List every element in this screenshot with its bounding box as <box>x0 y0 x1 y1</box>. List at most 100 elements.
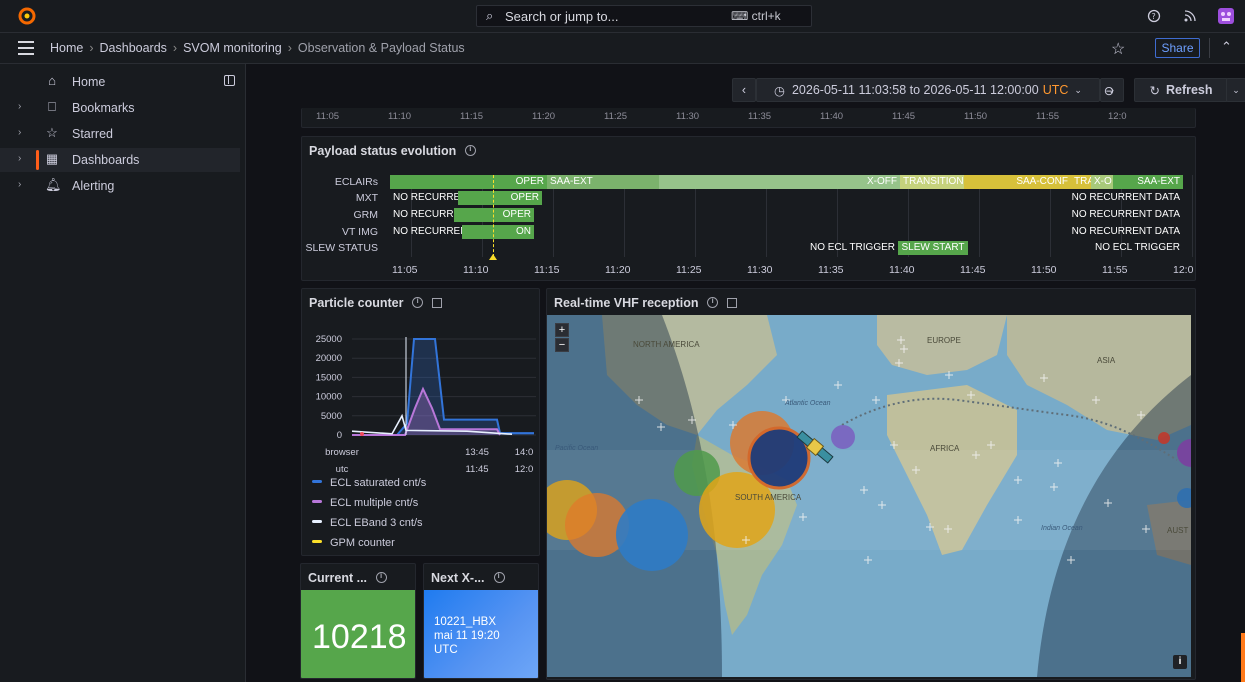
sidebar-item-alerting[interactable]: › 🔔︎ Alerting <box>0 174 240 198</box>
seg-vtimg[interactable]: NO RECURREN <box>390 225 462 239</box>
time-tick: 11:45 <box>892 111 916 122</box>
current-stat-panel: Current ... 10218 <box>300 563 416 679</box>
breadcrumb-dashboards[interactable]: Dashboards <box>100 41 167 55</box>
legend-item[interactable]: ECL multiple cnt/s <box>312 497 418 509</box>
seg-grm[interactable]: NO RECURRENT DATA <box>1062 208 1183 222</box>
sidebar-item-label: Alerting <box>72 179 115 193</box>
legend-item[interactable]: ECL EBand 3 cnt/s <box>312 517 423 529</box>
row-vtimg-label: VT IMG <box>342 226 378 238</box>
chevron-right-icon[interactable]: › <box>18 127 21 138</box>
external-link-icon[interactable] <box>432 298 443 308</box>
label-africa: AFRICA <box>930 444 960 453</box>
time-back-button[interactable]: ‹ <box>732 78 756 102</box>
payload-status-panel: Payload status evolution ECLAIRs MXT GRM VT… <box>301 136 1196 281</box>
label-asia: ASIA <box>1097 356 1116 365</box>
seg-eclairs[interactable]: SAA-EXT <box>547 175 659 189</box>
chevron-right-icon[interactable]: › <box>18 153 21 164</box>
zoom-out-time-button[interactable]: ⊖ <box>1098 78 1120 102</box>
sidebar-item-bookmarks[interactable]: › ⎕ Bookmarks <box>0 96 240 120</box>
share-button[interactable]: Share <box>1155 38 1200 58</box>
sidebar-item-starred[interactable]: › ☆ Starred <box>0 122 240 146</box>
annotation-marker-icon[interactable] <box>489 254 497 260</box>
dashboards-icon: ▦ <box>45 151 59 166</box>
chevron-right-icon[interactable]: › <box>18 179 21 190</box>
seg-eclairs[interactable]: X-OFF <box>837 175 900 189</box>
star-icon[interactable]: ☆ <box>1111 39 1125 59</box>
seg-eclairs[interactable]: TRANSITION <box>900 175 964 189</box>
info-icon[interactable] <box>412 296 424 308</box>
time-range-text: 2026-05-11 11:03:58 to 2026-05-11 12:00:… <box>791 83 1039 97</box>
help-icon[interactable]: ? <box>1145 7 1163 25</box>
seg-vtimg[interactable]: ON <box>462 225 534 239</box>
label-south-america: SOUTH AMERICA <box>735 493 802 502</box>
row-slew-label: SLEW STATUS <box>305 242 378 254</box>
map-zoom-out-button[interactable]: − <box>555 338 569 352</box>
grid-line <box>1192 175 1193 257</box>
seg-eclairs[interactable]: SAA-EXT <box>1113 175 1183 189</box>
panel-title: Next X-... <box>431 571 505 585</box>
info-icon[interactable] <box>376 571 388 583</box>
breadcrumb-bar: Home › Dashboards › SVOM monitoring › Observat… <box>0 33 1245 64</box>
seg-eclairs[interactable]: X-O <box>1091 175 1113 189</box>
legend-item[interactable]: ECL saturated cnt/s <box>312 477 426 489</box>
sidebar-item-label: Bookmarks <box>72 101 135 115</box>
time-tick: 11:15 <box>460 111 484 122</box>
series-point <box>360 432 364 436</box>
user-avatar-icon[interactable] <box>1217 7 1235 25</box>
seg-grm[interactable]: OPER <box>454 208 534 222</box>
divider <box>1209 38 1210 58</box>
chevron-up-icon[interactable]: ⌃ <box>1221 39 1232 55</box>
seg-mxt[interactable]: NO RECURRENT DATA <box>1062 191 1183 205</box>
legend-swatch <box>312 480 322 483</box>
time-tick: 12:0 <box>1173 264 1194 276</box>
time-range-picker[interactable]: ◷ 2026-05-11 11:03:58 to 2026-05-11 12:0… <box>756 78 1100 102</box>
label-pacific: Pacific Ocean <box>555 445 598 452</box>
map-attribution-button[interactable]: i <box>1173 655 1187 669</box>
seg-slew[interactable]: NO ECL TRIGGER <box>802 241 898 255</box>
world-map[interactable]: NORTH AMERICA EUROPE ASIA AFRICA SOUTH A… <box>547 315 1191 677</box>
y-tick-label: 10000 <box>316 392 342 403</box>
x-axis-row-label: browser <box>325 447 359 458</box>
info-icon[interactable] <box>465 144 477 156</box>
bell-icon: 🔔︎ <box>45 177 62 192</box>
seg-eclairs[interactable]: TRA <box>1071 175 1091 189</box>
seg-mxt[interactable]: OPER <box>458 191 542 205</box>
bookmark-icon: ⎕ <box>48 99 56 114</box>
time-tick: 11:55 <box>1102 264 1128 276</box>
seg-slew[interactable]: SLEW START <box>898 241 968 255</box>
refresh-button[interactable]: ↻ Refresh <box>1134 78 1228 102</box>
map-zoom-in-button[interactable]: + <box>555 323 569 337</box>
seg-mxt[interactable]: NO RECURREN <box>390 191 458 205</box>
time-tick: 11:10 <box>388 111 412 122</box>
seg-slew[interactable]: NO ECL TRIGGER <box>1062 241 1183 255</box>
search-icon: ⌕ <box>486 8 494 23</box>
breadcrumb-folder[interactable]: SVOM monitoring <box>183 41 282 55</box>
breadcrumb-home[interactable]: Home <box>50 41 83 55</box>
search-input[interactable]: ⌕ Search or jump to... ⌨ ctrl+k <box>476 5 812 27</box>
svg-text:?: ? <box>1152 12 1156 21</box>
label-indian: Indian Ocean <box>1041 525 1083 532</box>
time-tick: 11:45 <box>960 264 986 276</box>
legend-label: ECL saturated cnt/s <box>330 477 427 489</box>
menu-icon[interactable] <box>18 41 34 55</box>
info-icon[interactable] <box>493 571 505 583</box>
time-tick: 11:35 <box>818 264 844 276</box>
legend-label: GPM counter <box>330 537 395 549</box>
seg-grm[interactable]: NO RECURREN <box>390 208 454 222</box>
seg-vtimg[interactable]: NO RECURRENT DATA <box>1062 225 1183 239</box>
sidebar-item-dashboards[interactable]: › ▦ Dashboards <box>0 148 240 172</box>
chevron-right-icon[interactable]: › <box>18 101 21 112</box>
rss-icon[interactable] <box>1181 7 1199 25</box>
time-tick: 12:0 <box>1108 111 1127 122</box>
external-link-icon[interactable] <box>727 298 738 308</box>
y-tick-label: 0 <box>337 430 342 441</box>
seg-eclairs[interactable]: OPER <box>390 175 547 189</box>
info-icon[interactable] <box>707 296 719 308</box>
grafana-logo-icon[interactable] <box>18 7 36 28</box>
map-canvas[interactable]: NORTH AMERICA EUROPE ASIA AFRICA SOUTH A… <box>547 315 1191 677</box>
refresh-interval-dropdown[interactable]: ⌄ <box>1226 78 1245 102</box>
panel-title: Real-time VHF reception <box>554 296 738 310</box>
seg-eclairs[interactable]: SAA-CONF <box>964 175 1071 189</box>
legend-item[interactable]: GPM counter <box>312 537 395 549</box>
sidebar-item-home[interactable]: ⌂ Home <box>0 70 240 94</box>
